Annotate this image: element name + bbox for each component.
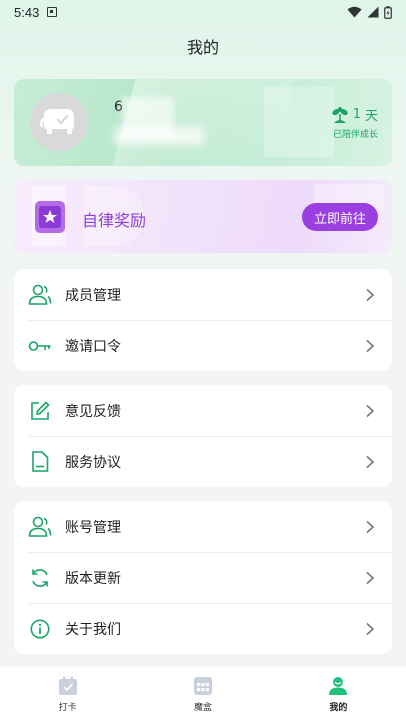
tab-label: 打卡 bbox=[58, 703, 77, 713]
reward-ticket-icon bbox=[35, 201, 65, 233]
feedback-icon bbox=[28, 399, 52, 423]
redacted-id bbox=[114, 127, 204, 145]
tab-profile[interactable]: 我的 bbox=[271, 667, 406, 721]
menu-label: 账号管理 bbox=[65, 519, 121, 536]
tab-label: 魔盒 bbox=[193, 703, 212, 713]
wifi-icon bbox=[347, 6, 362, 18]
tab-checkin[interactable]: 打卡 bbox=[0, 667, 135, 721]
go-now-button[interactable]: 立即前往 bbox=[302, 203, 378, 231]
profile-icon bbox=[329, 677, 348, 695]
menu-label: 关于我们 bbox=[65, 621, 121, 638]
menu-label: 服务协议 bbox=[65, 454, 121, 471]
menu-label: 邀请口令 bbox=[65, 338, 121, 355]
elephant-avatar-icon bbox=[40, 109, 74, 134]
chevron-right-icon bbox=[366, 288, 375, 301]
document-icon bbox=[28, 450, 52, 474]
plant-icon bbox=[332, 106, 348, 123]
days-count: 1 bbox=[352, 107, 361, 122]
chevron-right-icon bbox=[366, 404, 375, 417]
menu-item-version-update[interactable]: 版本更新 bbox=[14, 552, 392, 603]
key-icon bbox=[28, 334, 52, 358]
members-icon bbox=[28, 283, 52, 307]
menu-label: 版本更新 bbox=[65, 570, 121, 587]
menu-item-about-us[interactable]: 关于我们 bbox=[14, 603, 392, 654]
tab-box[interactable]: 魔盒 bbox=[135, 667, 270, 721]
refresh-icon bbox=[28, 566, 52, 590]
companion-days: 1 天 已陪伴成长 bbox=[331, 105, 378, 140]
chevron-right-icon bbox=[366, 520, 375, 533]
days-label: 已陪伴成长 bbox=[332, 130, 378, 140]
menu-group-account: 账号管理 版本更新 关于我们 bbox=[14, 501, 392, 654]
tab-label: 我的 bbox=[329, 703, 348, 713]
reward-card[interactable]: 自律奖励 立即前往 bbox=[14, 180, 392, 253]
menu-group-members: 成员管理 邀请口令 bbox=[14, 269, 392, 371]
checkin-icon bbox=[58, 676, 77, 695]
notification-icon bbox=[47, 7, 58, 17]
menu-item-feedback[interactable]: 意见反馈 bbox=[14, 385, 392, 436]
bottom-tab-bar: 打卡 魔盒 我的 bbox=[0, 667, 406, 721]
card-decoration bbox=[264, 87, 334, 157]
menu-item-service-agreement[interactable]: 服务协议 bbox=[14, 436, 392, 487]
box-icon bbox=[193, 677, 212, 695]
chevron-right-icon bbox=[366, 622, 375, 635]
menu-label: 成员管理 bbox=[65, 287, 121, 304]
battery-icon bbox=[384, 5, 392, 19]
menu-item-invite-code[interactable]: 邀请口令 bbox=[14, 320, 392, 371]
days-unit: 天 bbox=[364, 109, 378, 124]
avatar[interactable] bbox=[30, 93, 88, 151]
signal-icon bbox=[367, 6, 379, 18]
page-title: 我的 bbox=[186, 38, 219, 57]
reward-title: 自律奖励 bbox=[82, 211, 147, 230]
chevron-right-icon bbox=[366, 571, 375, 584]
info-icon bbox=[28, 617, 52, 641]
status-time: 5:43 bbox=[14, 4, 40, 20]
chevron-right-icon bbox=[366, 455, 375, 468]
chevron-right-icon bbox=[366, 339, 375, 352]
account-icon bbox=[28, 515, 52, 539]
menu-item-member-management[interactable]: 成员管理 bbox=[14, 269, 392, 320]
menu-label: 意见反馈 bbox=[65, 403, 121, 420]
menu-group-support: 意见反馈 服务协议 bbox=[14, 385, 392, 487]
menu-item-account-management[interactable]: 账号管理 bbox=[14, 501, 392, 552]
profile-card[interactable]: 6 1 天 已陪伴成长 bbox=[14, 79, 392, 166]
status-bar: 5:43 bbox=[0, 0, 406, 24]
